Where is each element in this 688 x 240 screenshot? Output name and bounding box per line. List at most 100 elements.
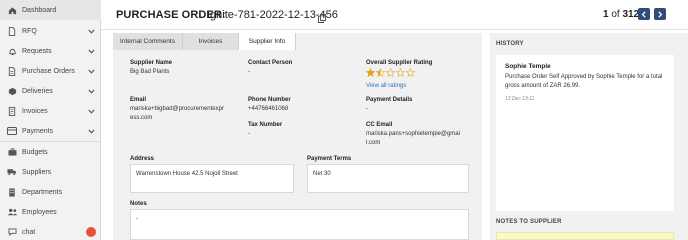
- contact-person-value: -: [248, 69, 250, 75]
- sidebar: Dashboard RFQ Requests Purchase Orders D…: [0, 0, 101, 240]
- address-label: Address: [130, 156, 155, 162]
- pager-of: of: [611, 9, 620, 20]
- sidebar-item-dashboard[interactable]: Dashboard: [0, 0, 101, 20]
- star-half-icon: [376, 68, 385, 77]
- pager-total: 312: [622, 9, 640, 20]
- tab-label: Internal Comments: [120, 38, 175, 45]
- supplier-name-value: Big Bad Plants: [130, 69, 170, 75]
- previous-page-button[interactable]: [638, 8, 650, 20]
- pager-current: 1: [603, 9, 609, 20]
- chevron-down-icon: [85, 89, 97, 94]
- contact-person-label: Contact Person: [248, 60, 293, 66]
- chevron-down-icon: [85, 129, 97, 134]
- cc-email-value-line2: l.com: [366, 140, 381, 146]
- star-empty-icon: [406, 68, 415, 77]
- notes-to-supplier-title: NOTES TO SUPPLIER: [496, 219, 562, 225]
- chat-icon: [4, 228, 20, 236]
- sidebar-item-label: Requests: [22, 47, 52, 55]
- tax-number-value: -: [248, 131, 250, 137]
- sidebar-item-employees[interactable]: Employees: [0, 202, 101, 222]
- home-icon: [4, 6, 20, 15]
- file-icon: [4, 66, 20, 76]
- building-icon: [4, 187, 20, 197]
- chevron-down-icon: [85, 29, 97, 34]
- history-card: Sophie Temple Purchase Order Self Approv…: [496, 55, 674, 211]
- page-header: PURCHASE ORDER: Ignite-781-2022-12-13-45…: [101, 0, 688, 30]
- star-empty-icon: [386, 68, 395, 77]
- chat-notification-badge: [86, 227, 96, 237]
- history-entry-name: Sophie Temple: [505, 63, 551, 70]
- tab-supplier-info[interactable]: Supplier Info: [239, 33, 296, 50]
- card-icon: [4, 127, 20, 135]
- sidebar-item-label: Departments: [22, 188, 63, 196]
- sidebar-item-label: Purchase Orders: [22, 67, 75, 75]
- star-empty-icon: [396, 68, 405, 77]
- sidebar-item-rfq[interactable]: RFQ: [0, 21, 101, 41]
- users-icon: [4, 208, 20, 216]
- chevron-right-icon: [658, 10, 663, 18]
- notes-label: Notes: [130, 201, 147, 207]
- chevron-down-icon: [85, 69, 97, 74]
- phone-value: +44766461068: [248, 106, 289, 112]
- briefcase-icon: [4, 148, 20, 156]
- address-box: Warrenstown House 42.5 Nojoli Street: [130, 164, 294, 193]
- history-entry-date: 13 Dec 13:11: [505, 96, 535, 102]
- tab-bar: Internal Comments Invoices Supplier Info: [113, 33, 482, 50]
- notes-to-supplier-input[interactable]: [496, 232, 674, 240]
- sidebar-item-purchase-orders[interactable]: Purchase Orders: [0, 61, 101, 81]
- truck-icon: [4, 168, 20, 176]
- email-value-line1: mariska+bigbad@procurementexpr: [130, 106, 224, 112]
- sidebar-item-label: chat: [22, 228, 36, 236]
- sidebar-item-deliveries[interactable]: Deliveries: [0, 81, 101, 101]
- email-value-line2: ess.com: [130, 115, 153, 121]
- payment-details-label: Payment Details: [366, 97, 413, 103]
- bell-icon: [4, 47, 20, 56]
- payment-details-value: -: [366, 106, 368, 112]
- sidebar-item-label: Budgets: [22, 148, 48, 156]
- pager: 1 of 312: [603, 9, 639, 20]
- sidebar-item-label: Employees: [22, 208, 57, 216]
- history-entry-text: Purchase Order Self Approved by Sophie T…: [505, 74, 663, 89]
- sidebar-item-chat[interactable]: chat: [0, 222, 101, 240]
- cc-email-label: CC Email: [366, 122, 393, 128]
- tab-label: Invoices: [198, 38, 223, 45]
- tab-label: Supplier Info: [248, 38, 286, 45]
- chevron-down-icon: [85, 49, 97, 54]
- sidebar-item-suppliers[interactable]: Suppliers: [0, 162, 101, 182]
- sidebar-item-invoices[interactable]: Invoices: [0, 101, 101, 121]
- box-icon: [4, 87, 20, 96]
- supplier-rating-stars: [366, 68, 415, 77]
- tab-internal-comments[interactable]: Internal Comments: [113, 33, 183, 50]
- document-icon: [4, 26, 20, 36]
- invoice-icon: [4, 106, 20, 116]
- tab-invoices[interactable]: Invoices: [183, 33, 239, 50]
- rating-label: Overall Supplier Rating: [366, 60, 433, 66]
- side-panel: HISTORY Sophie Temple Purchase Order Sel…: [490, 33, 688, 240]
- star-full-icon: [366, 68, 375, 77]
- supplier-name-label: Supplier Name: [130, 60, 173, 66]
- tax-number-label: Tax Number: [248, 122, 283, 128]
- sidebar-item-requests[interactable]: Requests: [0, 41, 101, 61]
- sidebar-item-payments[interactable]: Payments: [0, 121, 101, 141]
- next-page-button[interactable]: [654, 8, 666, 20]
- address-value: Warrenstown House 42.5 Nojoli Street: [136, 171, 238, 177]
- payment-terms-box: Net 30: [307, 164, 469, 193]
- sidebar-item-label: RFQ: [22, 27, 37, 35]
- sidebar-item-label: Deliveries: [22, 87, 53, 95]
- payment-terms-value: Net 30: [313, 171, 331, 177]
- sidebar-item-budgets[interactable]: Budgets: [0, 142, 101, 162]
- notes-box: -: [130, 209, 469, 240]
- notes-value: -: [136, 216, 138, 222]
- chevron-left-icon: [641, 10, 646, 18]
- payment-terms-label: Payment Terms: [307, 156, 352, 162]
- chevron-down-icon: [85, 109, 97, 114]
- history-title: HISTORY: [496, 41, 524, 47]
- sidebar-item-label: Payments: [22, 127, 54, 135]
- view-all-ratings-link[interactable]: View all ratings: [366, 82, 406, 91]
- cc-email-value-line1: mariska.pans+sophietempie@gmai: [366, 131, 460, 137]
- sidebar-item-label: Invoices: [22, 107, 48, 115]
- sidebar-item-departments[interactable]: Departments: [0, 182, 101, 202]
- sidebar-item-label: Dashboard: [22, 6, 57, 14]
- copy-icon[interactable]: [318, 10, 326, 28]
- phone-label: Phone Number: [248, 97, 291, 103]
